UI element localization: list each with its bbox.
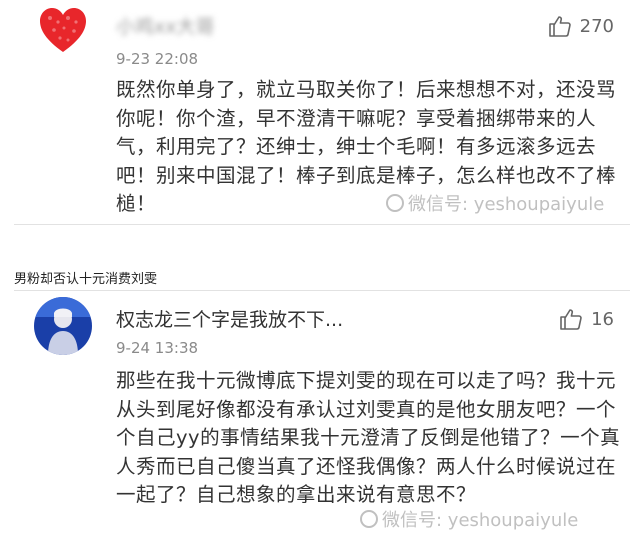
comment-card-2: 权志龙三个字是我放不下... 9-24 13:38 16 那些在我十元微博底下提… <box>14 290 630 535</box>
timestamp: 9-23 22:08 <box>116 50 199 68</box>
like-button[interactable]: 270 <box>548 14 614 38</box>
blue-portrait-avatar-icon <box>34 297 92 355</box>
watermark: 微信号: yeshoupaiyule <box>386 190 604 216</box>
timestamp: 9-24 13:38 <box>116 339 199 357</box>
username[interactable]: 权志龙三个字是我放不下... <box>116 305 343 332</box>
watermark: 微信号: yeshoupaiyule <box>360 506 578 532</box>
comment-text: 那些在我十元微博底下提刘雯的现在可以走了吗？我十元从头到尾好像都没有承认过刘雯真… <box>116 369 621 506</box>
avatar[interactable] <box>34 2 92 60</box>
avatar[interactable] <box>34 297 92 355</box>
like-count: 16 <box>591 308 614 330</box>
like-count: 270 <box>579 15 614 37</box>
red-heart-avatar-icon <box>34 2 92 60</box>
thumbs-up-icon <box>560 309 582 330</box>
thumbs-up-icon <box>548 16 571 37</box>
like-button[interactable]: 16 <box>559 307 614 331</box>
wechat-logo-icon <box>360 510 378 528</box>
wechat-logo-icon <box>386 194 404 212</box>
username[interactable]: 小鸡xx大哥 <box>116 12 215 39</box>
section-caption: 男粉却否认十元消费刘雯 <box>14 272 158 287</box>
